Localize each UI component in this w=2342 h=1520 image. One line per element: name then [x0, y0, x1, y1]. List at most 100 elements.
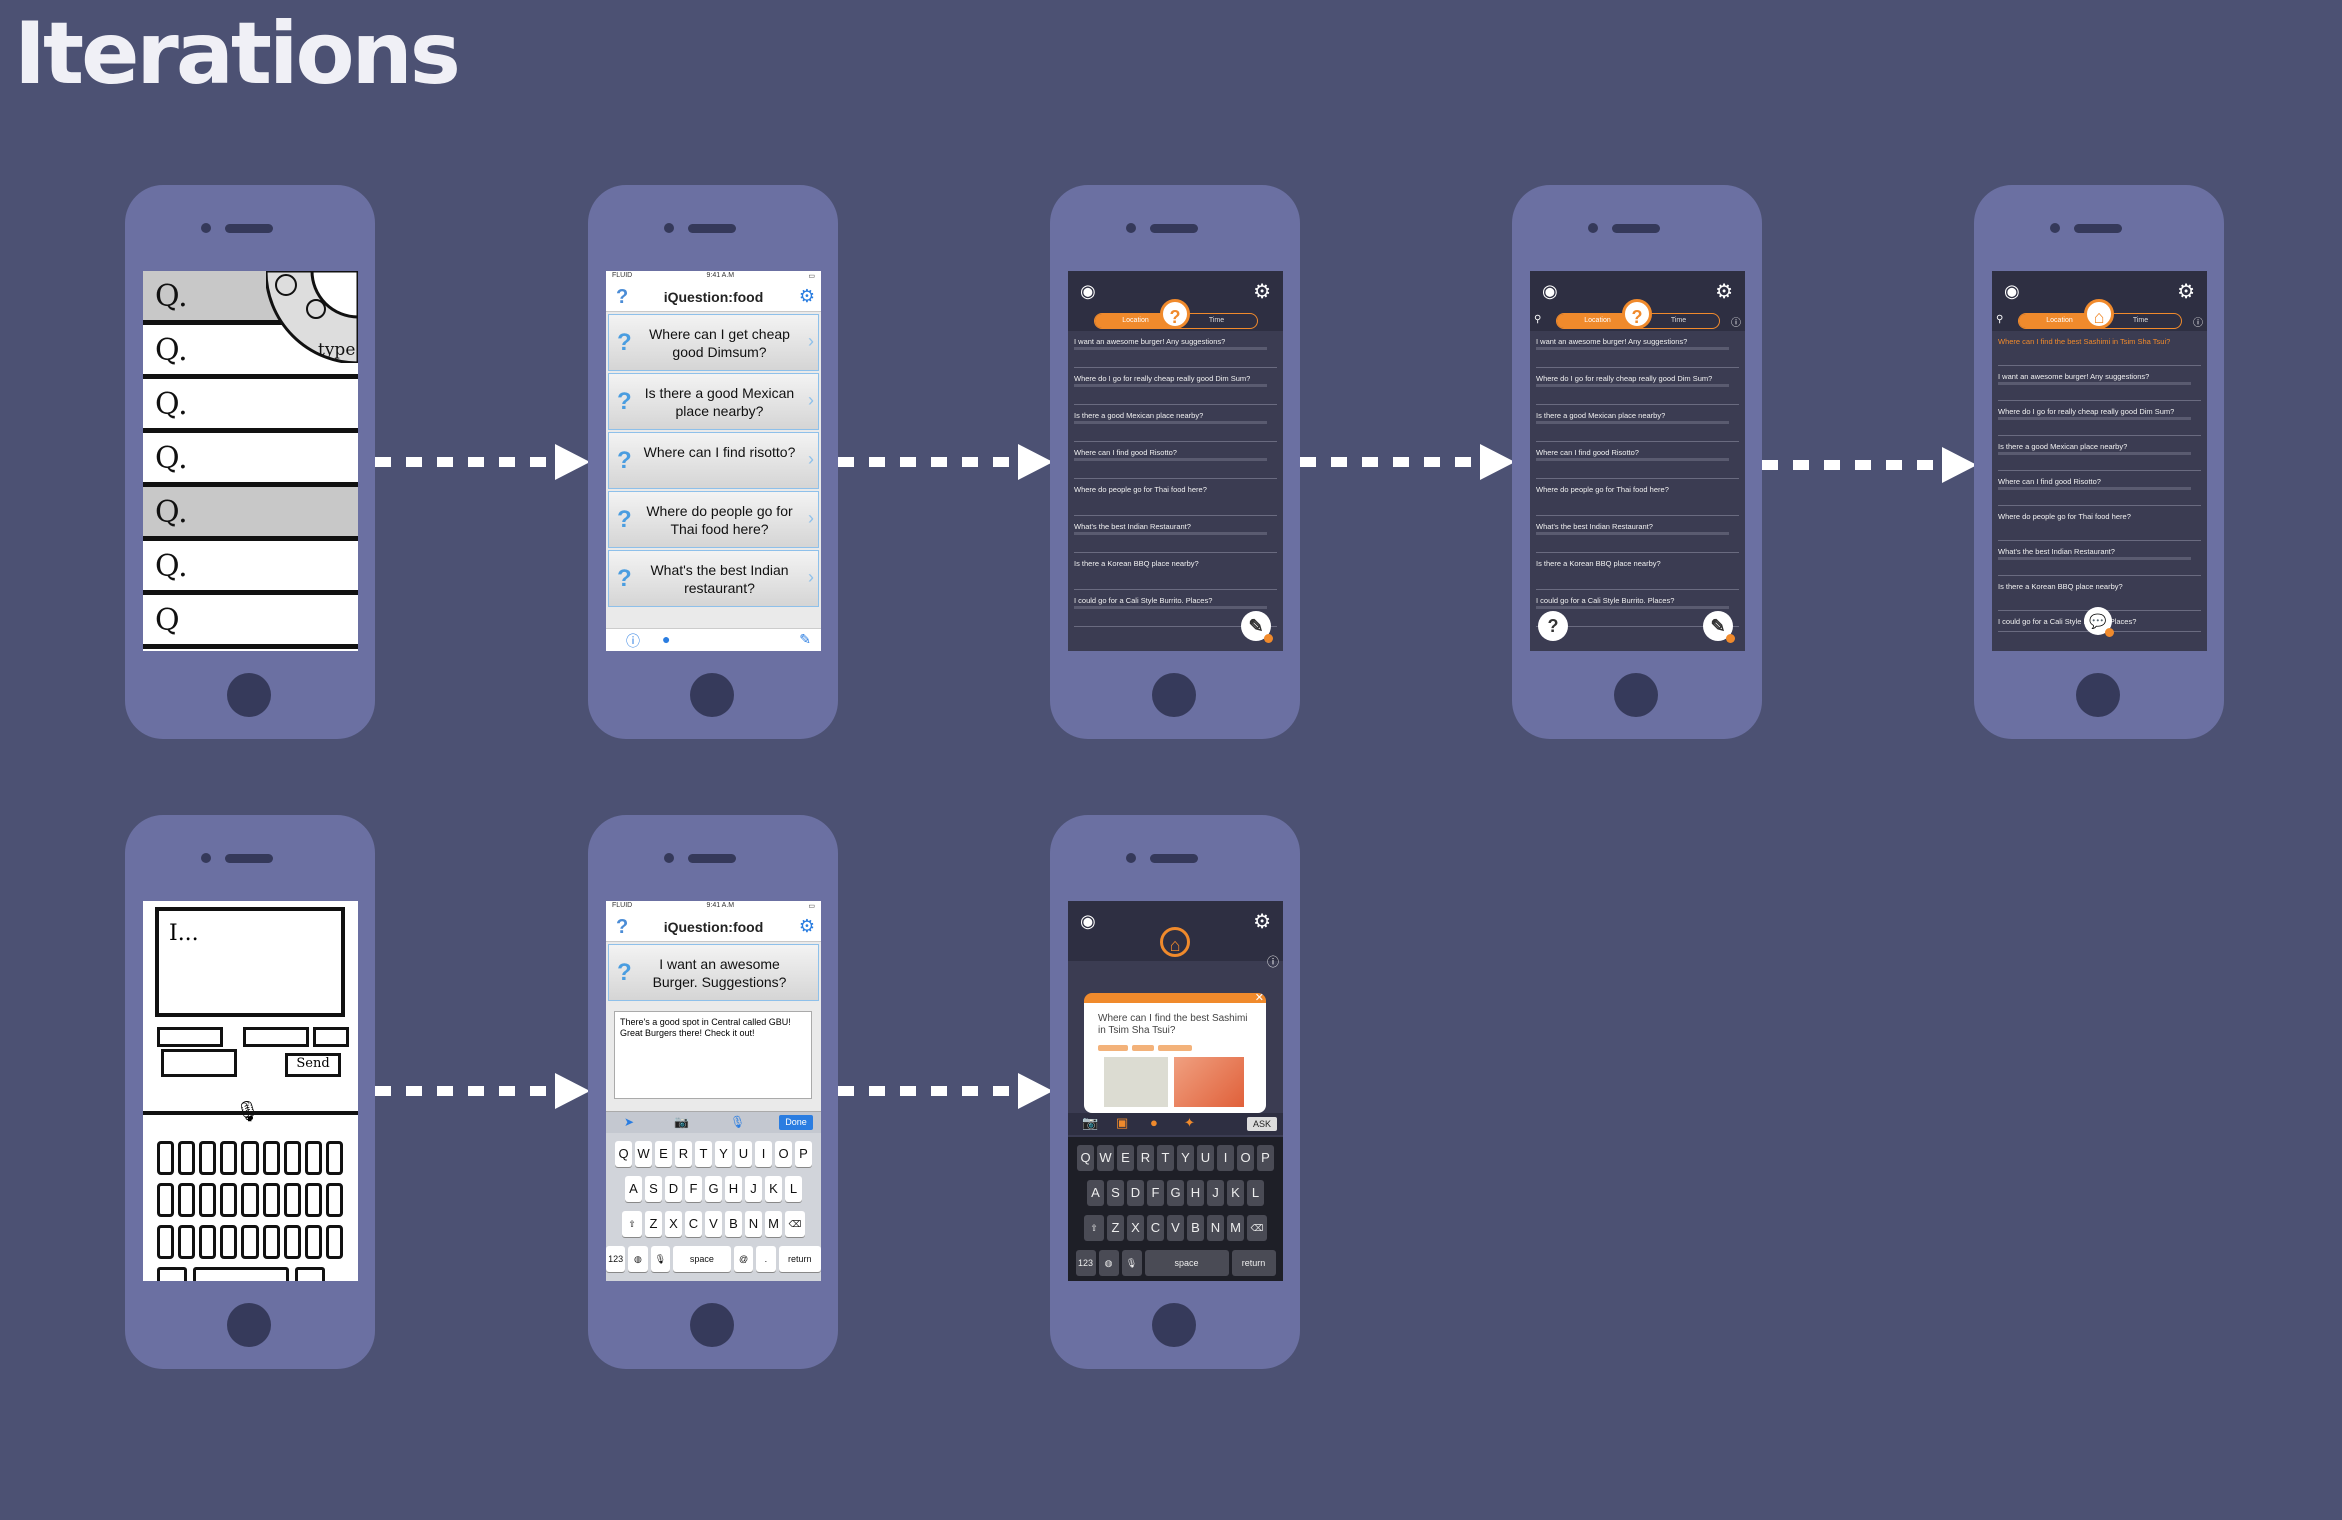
home-button[interactable] — [1152, 673, 1196, 717]
key-c[interactable]: C — [1147, 1215, 1164, 1241]
question-card[interactable]: ? Where can I get cheap good Dimsum? › — [608, 314, 819, 371]
globe-icon[interactable]: ◍ — [1098, 1250, 1119, 1276]
key-c[interactable]: C — [685, 1211, 702, 1237]
key-f[interactable]: F — [685, 1176, 702, 1202]
gear-icon[interactable]: ⚙ — [799, 916, 815, 937]
key-123[interactable]: 123 — [606, 1246, 626, 1272]
location-pin-icon[interactable]: ● — [1150, 1115, 1158, 1130]
key-b[interactable]: B — [1187, 1215, 1204, 1241]
search-icon[interactable]: ⚲ — [1996, 314, 2003, 325]
gear-icon[interactable]: ⚙ — [2177, 279, 2195, 304]
link-icon[interactable]: ✦ — [1184, 1115, 1195, 1131]
image-icon[interactable]: ▣ — [1116, 1115, 1128, 1131]
home-button[interactable] — [690, 673, 734, 717]
shift-icon[interactable]: ⇧ — [622, 1211, 642, 1237]
key-t[interactable]: T — [695, 1141, 712, 1167]
done-button[interactable]: Done — [779, 1115, 813, 1130]
key-e[interactable]: E — [655, 1141, 672, 1167]
list-item[interactable]: Where do I go for really cheap really go… — [1536, 368, 1739, 405]
key-x[interactable]: X — [1127, 1215, 1144, 1241]
question-card[interactable]: ? Is there a good Mexican place nearby? › — [608, 373, 819, 430]
close-icon[interactable]: ✕ — [1255, 991, 1264, 1004]
key-g[interactable]: G — [1167, 1180, 1184, 1206]
list-item[interactable]: What's the best Indian Restaurant? — [1536, 516, 1739, 553]
key-u[interactable]: U — [1197, 1145, 1214, 1171]
home-icon[interactable]: ⌂ — [1160, 927, 1190, 957]
key-n[interactable]: N — [745, 1211, 762, 1237]
key-p[interactable]: P — [1257, 1145, 1274, 1171]
key-v[interactable]: V — [1167, 1215, 1184, 1241]
list-item[interactable]: What's the best Indian Restaurant? — [1998, 541, 2201, 576]
key-v[interactable]: V — [705, 1211, 722, 1237]
key-d[interactable]: D — [1127, 1180, 1144, 1206]
question-icon[interactable]: ? — [1160, 299, 1190, 329]
microphone-icon[interactable]: 🎙 — [730, 1115, 745, 1129]
user-icon[interactable]: ◉ — [1080, 281, 1096, 302]
gear-icon[interactable]: ⚙ — [1715, 279, 1733, 304]
list-item[interactable]: Is there a Korean BBQ place nearby? — [1074, 553, 1277, 590]
key-o[interactable]: O — [1237, 1145, 1254, 1171]
home-button[interactable] — [227, 1303, 271, 1347]
gear-icon[interactable]: ⚙ — [799, 286, 815, 307]
key-return[interactable]: return — [778, 1246, 821, 1272]
key-a[interactable]: A — [1087, 1180, 1104, 1206]
gear-icon[interactable]: ⚙ — [1253, 909, 1271, 934]
chat-icon[interactable]: 💬 — [2084, 607, 2114, 637]
home-icon[interactable]: ⌂ — [2084, 299, 2114, 329]
key-j[interactable]: J — [1207, 1180, 1224, 1206]
key-123[interactable]: 123 — [1075, 1250, 1096, 1276]
info-icon[interactable]: ⓘ — [1267, 953, 1279, 970]
question-card[interactable]: ? I want an awesome Burger. Suggestions? — [608, 944, 819, 1001]
list-item[interactable]: Is there a good Mexican place nearby? — [1074, 405, 1277, 442]
camera-icon[interactable]: 📷 — [674, 1115, 689, 1129]
user-icon[interactable]: ◉ — [1080, 911, 1096, 932]
list-item[interactable]: Is there a good Mexican place nearby? — [1536, 405, 1739, 442]
answer-field[interactable]: There's a good spot in Central called GB… — [614, 1011, 812, 1099]
key-m[interactable]: M — [765, 1211, 782, 1237]
key-return[interactable]: return — [1231, 1250, 1276, 1276]
key-s[interactable]: S — [645, 1176, 662, 1202]
search-icon[interactable]: ⚲ — [1534, 314, 1541, 325]
ask-question-icon[interactable]: ? — [1538, 611, 1568, 641]
key-i[interactable]: I — [1217, 1145, 1234, 1171]
key-at[interactable]: @ — [733, 1246, 754, 1272]
microphone-icon[interactable]: 🎙 — [650, 1246, 670, 1272]
info-icon[interactable]: ⓘ — [2193, 314, 2203, 329]
key-n[interactable]: N — [1207, 1215, 1224, 1241]
key-h[interactable]: H — [725, 1176, 742, 1202]
list-item[interactable]: Where do I go for really cheap really go… — [1998, 401, 2201, 436]
list-item[interactable]: I want an awesome burger! Any suggestion… — [1998, 366, 2201, 401]
backspace-icon[interactable]: ⌫ — [1247, 1215, 1267, 1241]
list-item[interactable]: What's the best Indian Restaurant? — [1074, 516, 1277, 553]
home-button[interactable] — [1614, 673, 1658, 717]
user-icon[interactable]: ◉ — [2004, 281, 2020, 302]
key-w[interactable]: W — [1097, 1145, 1114, 1171]
key-space[interactable]: space — [672, 1246, 731, 1272]
tag-chip[interactable] — [1132, 1045, 1154, 1051]
key-period[interactable]: . — [756, 1246, 776, 1272]
map-thumbnail[interactable] — [1104, 1057, 1168, 1107]
list-item[interactable]: Is there a Korean BBQ place nearby? — [1536, 553, 1739, 590]
list-item[interactable]: I want an awesome burger! Any suggestion… — [1074, 331, 1277, 368]
info-icon[interactable]: ⓘ — [1731, 314, 1741, 329]
key-space[interactable]: space — [1144, 1250, 1229, 1276]
home-button[interactable] — [227, 673, 271, 717]
key-o[interactable]: O — [775, 1141, 792, 1167]
backspace-icon[interactable]: ⌫ — [785, 1211, 805, 1237]
key-i[interactable]: I — [755, 1141, 772, 1167]
list-item[interactable]: Where do people go for Thai food here? — [1998, 506, 2201, 541]
key-m[interactable]: M — [1227, 1215, 1244, 1241]
home-button[interactable] — [2076, 673, 2120, 717]
key-r[interactable]: R — [1137, 1145, 1154, 1171]
camera-icon[interactable]: 📷 — [1082, 1115, 1098, 1131]
info-icon[interactable]: ⓘ — [626, 631, 640, 651]
list-item[interactable]: Where can I find good Risotto? — [1536, 442, 1739, 479]
key-d[interactable]: D — [665, 1176, 682, 1202]
list-item[interactable]: Where do people go for Thai food here? — [1074, 479, 1277, 516]
key-h[interactable]: H — [1187, 1180, 1204, 1206]
key-z[interactable]: Z — [645, 1211, 662, 1237]
ask-button[interactable]: ASK — [1247, 1117, 1277, 1131]
key-l[interactable]: L — [1247, 1180, 1264, 1206]
list-item[interactable]: Is there a good Mexican place nearby? — [1998, 436, 2201, 471]
shift-icon[interactable]: ⇧ — [1084, 1215, 1104, 1241]
